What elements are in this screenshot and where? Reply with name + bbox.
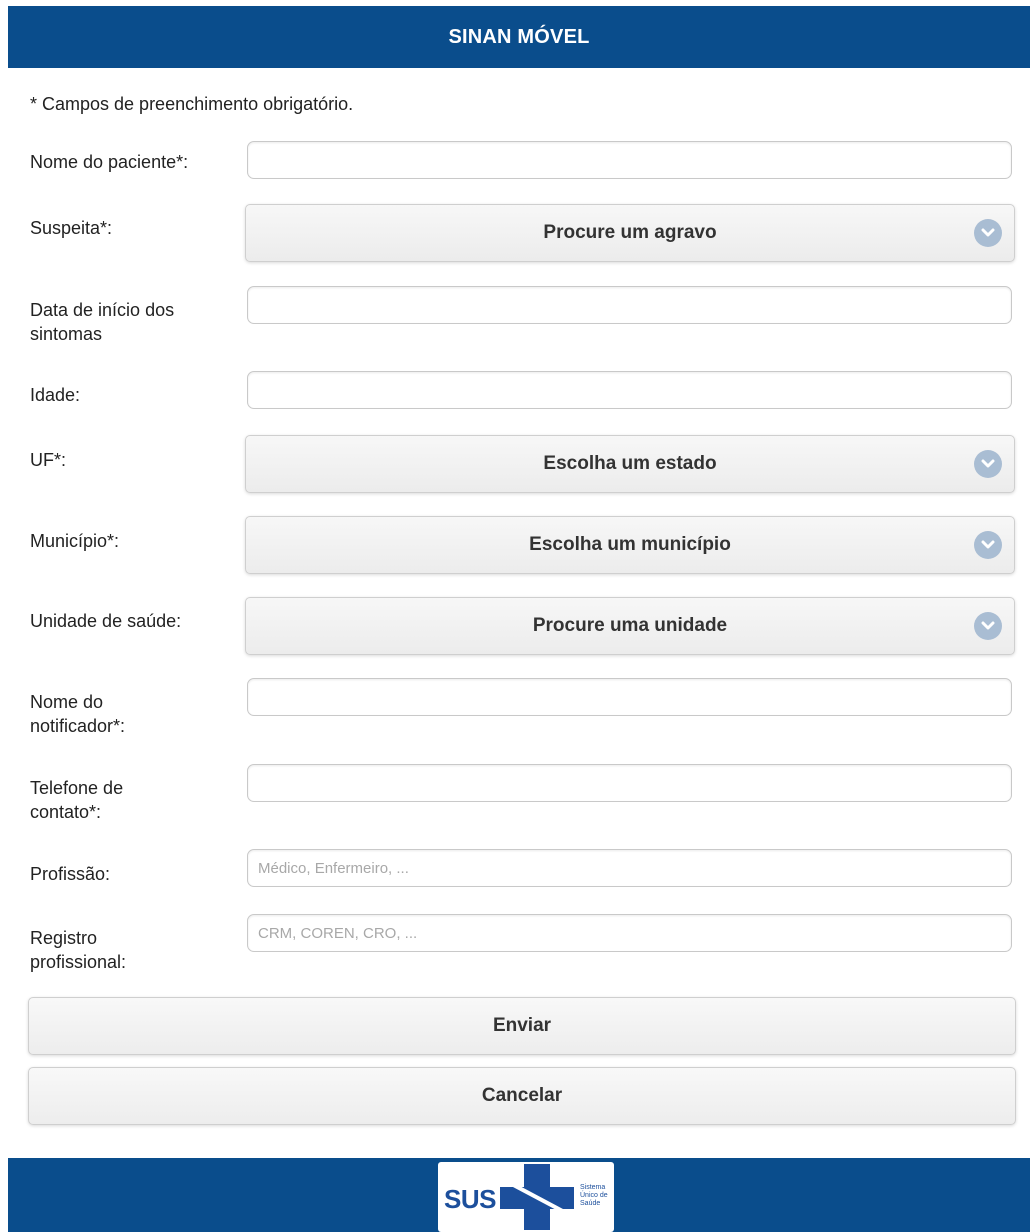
health-unit-select[interactable]: Procure uma unidade — [245, 597, 1015, 655]
state-select-value: Escolha um estado — [543, 453, 717, 474]
health-unit-select-value: Procure uma unidade — [532, 615, 728, 636]
municipality-label: Município*: — [30, 531, 120, 551]
app-footer: SUS Sistema Único de Saúde — [8, 1158, 1030, 1232]
municipality-select[interactable]: Escolha um município — [245, 516, 1015, 574]
professional-registry-label: Registro profissional: — [30, 928, 127, 972]
chevron-down-icon — [974, 219, 1002, 247]
age-input[interactable] — [247, 371, 1012, 409]
suspicion-select-value: Procure um agravo — [543, 222, 717, 243]
profession-input[interactable] — [247, 849, 1012, 887]
patient-name-label: Nome do paciente*: — [30, 152, 189, 172]
sus-logo-caption: Sistema Único de Saúde — [580, 1184, 608, 1207]
cancel-button[interactable]: Cancelar — [28, 1067, 1016, 1125]
suspicion-label: Suspeita*: — [30, 218, 113, 238]
app-title: SINAN MÓVEL — [448, 25, 590, 48]
state-select[interactable]: Escolha um estado — [245, 435, 1015, 493]
sus-logo-wordmark: SUS — [444, 1184, 496, 1214]
chevron-down-icon — [974, 450, 1002, 478]
chevron-down-icon — [974, 612, 1002, 640]
state-label: UF*: — [30, 450, 66, 470]
contact-phone-input[interactable] — [247, 764, 1012, 802]
submit-button-label: Enviar — [492, 1015, 552, 1036]
age-label: Idade: — [30, 385, 81, 405]
chevron-down-icon — [974, 531, 1002, 559]
profession-label: Profissão: — [30, 864, 111, 884]
health-unit-label: Unidade de saúde: — [30, 611, 182, 631]
required-fields-note: * Campos de preenchimento obrigatório. — [30, 94, 354, 114]
professional-registry-input[interactable] — [247, 914, 1012, 952]
contact-phone-label: Telefone de contato*: — [30, 778, 124, 822]
submit-button[interactable]: Enviar — [28, 997, 1016, 1055]
symptom-start-date-input[interactable] — [247, 286, 1012, 324]
patient-name-input[interactable] — [247, 141, 1012, 179]
notifier-name-label: Nome do notificador*: — [30, 692, 126, 736]
app-header: SINAN MÓVEL — [8, 6, 1030, 68]
cancel-button-label: Cancelar — [481, 1085, 563, 1106]
notifier-name-input[interactable] — [247, 678, 1012, 716]
left-strip — [0, 6, 8, 1232]
suspicion-select[interactable]: Procure um agravo — [245, 204, 1015, 262]
sus-logo: SUS Sistema Único de Saúde — [438, 1162, 614, 1232]
municipality-select-value: Escolha um município — [529, 534, 731, 555]
symptom-start-date-label: Data de início dos sintomas — [30, 300, 175, 344]
